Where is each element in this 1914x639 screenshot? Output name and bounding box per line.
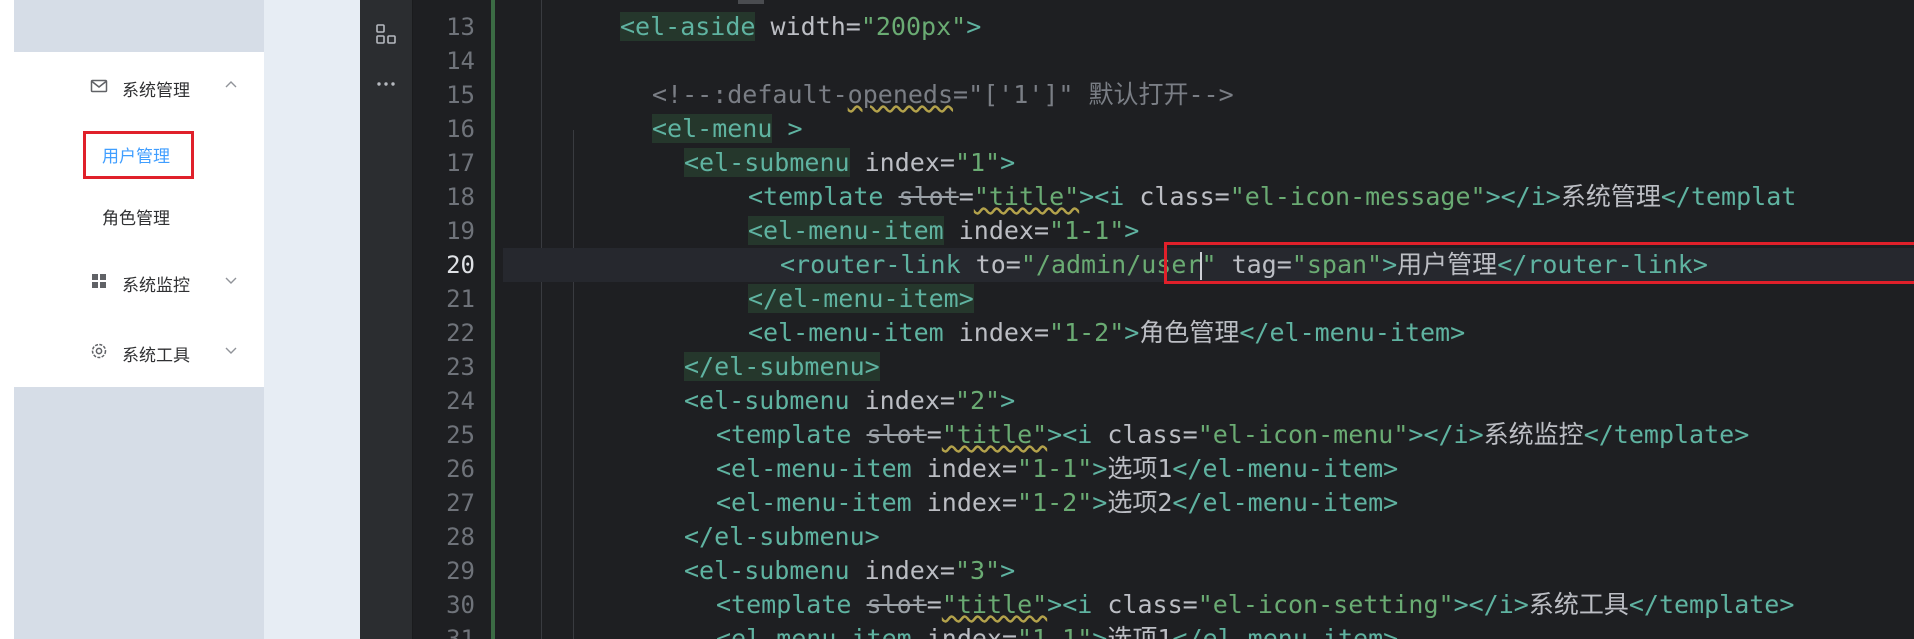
line-number: 21: [446, 285, 475, 313]
line-number: 17: [446, 149, 475, 177]
code-editor: 13 14 15 16 17 18 19 20 21 22 23 24 25 2…: [360, 0, 1914, 639]
line-number: 16: [446, 115, 475, 143]
submenu-label: 系统管理: [122, 81, 190, 101]
sidebar-menu: 系统管理 用户管理 角色管理 系统监控 系统工具: [14, 52, 264, 387]
line-number: 25: [446, 421, 475, 449]
settings-gear-icon: [91, 343, 107, 359]
submenu-label: 系统工具: [122, 346, 190, 366]
line-number: 19: [446, 217, 475, 245]
submenu-system-tools[interactable]: 系统工具: [14, 323, 264, 379]
code-line-22: <el-menu-item index="1-2">角色管理</el-menu-…: [748, 318, 1466, 347]
line-number: 28: [446, 523, 475, 551]
submenu-label: 系统监控: [122, 276, 190, 296]
header-band: [14, 0, 264, 52]
activity-bar: [360, 0, 413, 639]
more-icon[interactable]: [374, 72, 398, 96]
menu-item-role-management[interactable]: 角色管理: [14, 187, 264, 243]
chevron-up-icon: [225, 81, 237, 88]
code-line-27: <el-menu-item index="1-2">选项2</el-menu-i…: [716, 488, 1399, 517]
aside-background: [14, 387, 264, 639]
line-number: 13: [446, 13, 475, 41]
line-number: 30: [446, 591, 475, 619]
code-line-26: <el-menu-item index="1-1">选项1</el-menu-i…: [716, 454, 1399, 483]
code-line-24: <el-submenu index="2">: [684, 386, 1016, 415]
line-number: 26: [446, 455, 475, 483]
code-line-31: <el-menu-item index="1-1">选项1</el-menu-i…: [716, 624, 1399, 639]
line-number: 24: [446, 387, 475, 415]
indent-guide: [573, 130, 574, 639]
code-line-19: <el-menu-item index="1-1">: [748, 216, 1140, 245]
structure-icon[interactable]: [374, 22, 398, 46]
code-line-28: </el-submenu>: [684, 522, 880, 551]
chevron-down-icon: [225, 347, 237, 354]
code-line-30: <template slot="title"><i class="el-icon…: [716, 590, 1795, 619]
main-content-area: [264, 0, 360, 639]
line-number: 15: [446, 81, 475, 109]
annotation-highlight-box: [83, 131, 194, 179]
chevron-down-icon: [225, 277, 237, 284]
code-line-29: <el-submenu index="3">: [684, 556, 1016, 585]
line-number: 29: [446, 557, 475, 585]
indent-guide: [541, 0, 542, 639]
line-number-gutter: 13 14 15 16 17 18 19 20 21 22 23 24 25 2…: [413, 0, 503, 639]
menu-item-label: 角色管理: [102, 209, 170, 229]
code-line-21: </el-menu-item>: [748, 284, 974, 313]
code-line-25: <template slot="title"><i class="el-icon…: [716, 420, 1750, 449]
line-number: 14: [446, 47, 475, 75]
code-area[interactable]: <el-aside width="200px"> <!--:default-op…: [503, 0, 1914, 639]
vcs-change-marker: [491, 0, 495, 639]
code-line-15: <!--:default-openeds="['1']" 默认打开-->: [652, 80, 1234, 109]
browser-preview: 系统管理 用户管理 角色管理 系统监控 系统工具: [0, 0, 360, 639]
line-number: 31: [446, 625, 475, 639]
line-number: 23: [446, 353, 475, 381]
line-number: 18: [446, 183, 475, 211]
code-line-16: <el-menu >: [652, 114, 803, 143]
code-line-13: <el-aside width="200px">: [620, 12, 982, 41]
code-line-23: </el-submenu>: [684, 352, 880, 381]
annotation-highlight-box: [1164, 242, 1914, 284]
code-line-18: <template slot="title"><i class="el-icon…: [748, 182, 1797, 211]
line-number: 22: [446, 319, 475, 347]
line-number: 27: [446, 489, 475, 517]
line-number-current: 20: [446, 251, 475, 279]
submenu-system-monitor[interactable]: 系统监控: [14, 253, 264, 309]
code-line-17: <el-submenu index="1">: [684, 148, 1016, 177]
submenu-system-management[interactable]: 系统管理: [14, 58, 264, 114]
message-icon: [90, 79, 108, 93]
menu-grid-icon: [92, 274, 106, 288]
